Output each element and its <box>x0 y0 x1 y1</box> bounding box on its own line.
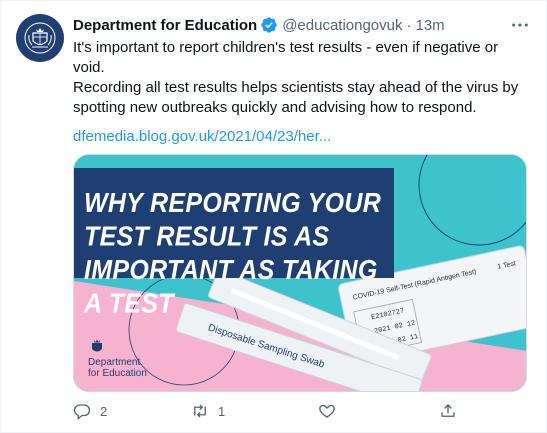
crest-avatar-icon <box>24 22 56 54</box>
tweet-text-line1: It's important to report children's test… <box>73 38 533 78</box>
reply-button[interactable]: 2 <box>73 399 107 423</box>
retweet-button[interactable]: 1 <box>191 399 225 423</box>
retweet-icon <box>194 404 206 418</box>
avatar[interactable] <box>16 14 64 62</box>
action-bar: 2 1 <box>73 399 543 423</box>
tweet-link[interactable]: dfemedia.blog.gov.uk/2021/04/23/her... <box>73 128 331 145</box>
author-handle[interactable]: @educationgovuk <box>282 17 402 34</box>
verified-badge-icon <box>260 16 278 34</box>
dfe-logo-line1: Department <box>88 357 141 368</box>
like-button[interactable] <box>318 399 345 423</box>
tweet-paragraph-2: Recording all test results helps scienti… <box>73 79 519 116</box>
headline-box: WHY REPORTING YOUR TEST RESULT IS AS IMP… <box>74 168 394 319</box>
share-icon <box>441 404 455 417</box>
tweet-text-para2: Recording all test results helps scienti… <box>73 78 533 118</box>
timestamp[interactable]: 13m <box>416 17 445 34</box>
media-card[interactable]: COVID-19 Self-Test (Rapid Antigen Test) … <box>73 154 527 392</box>
dfe-crest-icon <box>92 339 102 352</box>
tweet-header: Department for Education @educationgovuk… <box>73 15 526 35</box>
retweet-count: 1 <box>218 403 226 419</box>
like-icon <box>319 404 335 418</box>
tweet-paragraph-1: It's important to report children's test… <box>73 39 499 76</box>
share-button[interactable] <box>439 399 466 423</box>
more-icon[interactable] <box>510 17 530 33</box>
separator: · <box>406 16 412 34</box>
reply-icon <box>73 404 91 420</box>
card-headline: WHY REPORTING YOUR TEST RESULT IS AS IMP… <box>84 187 382 320</box>
author-name[interactable]: Department for Education <box>73 17 257 34</box>
dfe-logo: Department for Education <box>88 339 158 379</box>
reply-count: 2 <box>100 403 108 419</box>
tweet[interactable]: Department for Education @educationgovuk… <box>0 0 547 433</box>
dfe-logo-line2: for Education <box>88 368 147 379</box>
